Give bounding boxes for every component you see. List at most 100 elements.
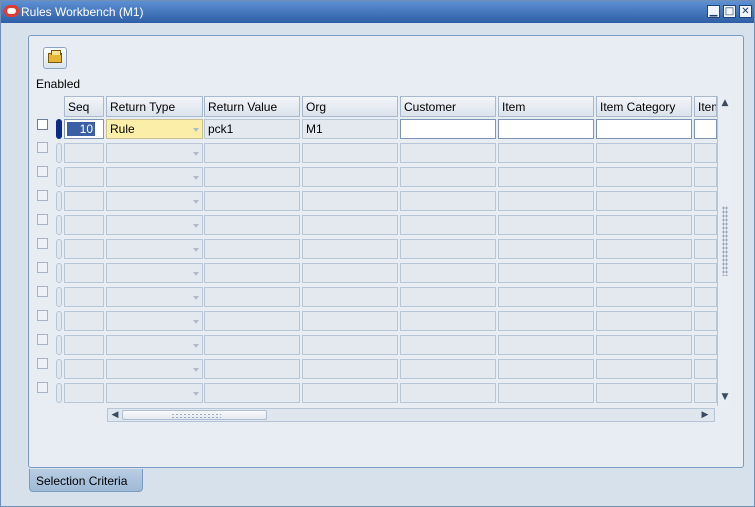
scroll-right-icon[interactable]: ▶ (700, 410, 710, 420)
return-value-field[interactable] (204, 335, 300, 355)
item-category-field[interactable] (596, 287, 692, 307)
item-field[interactable] (498, 119, 594, 139)
item-field[interactable] (498, 143, 594, 163)
item-category-field[interactable] (596, 239, 692, 259)
item-field[interactable] (498, 287, 594, 307)
item-2-field[interactable] (694, 215, 717, 235)
column-header-item-category[interactable]: Item Category (596, 96, 692, 117)
customer-field[interactable] (400, 311, 496, 331)
return-value-field[interactable] (204, 287, 300, 307)
item-field[interactable] (498, 311, 594, 331)
seq-field[interactable] (64, 335, 104, 355)
return-type-select[interactable] (106, 359, 203, 379)
item-2-field[interactable] (694, 167, 717, 187)
record-indicator[interactable] (56, 239, 62, 259)
item-2-field[interactable] (694, 383, 717, 403)
org-field[interactable] (302, 143, 398, 163)
return-value-field[interactable] (204, 311, 300, 331)
item-category-field[interactable] (596, 167, 692, 187)
item-category-field[interactable] (596, 335, 692, 355)
customer-field[interactable] (400, 215, 496, 235)
customer-field[interactable] (400, 359, 496, 379)
return-value-field[interactable] (204, 167, 300, 187)
item-category-field[interactable] (596, 263, 692, 283)
vertical-scrollbar[interactable]: ▲ ▼ (717, 96, 731, 406)
scroll-up-icon[interactable]: ▲ (720, 98, 730, 108)
return-value-field[interactable] (204, 191, 300, 211)
return-type-select[interactable] (106, 191, 203, 211)
return-type-select[interactable] (106, 215, 203, 235)
horizontal-scrollbar[interactable]: ◀ ▶ (107, 408, 715, 422)
column-header-org[interactable]: Org (302, 96, 398, 117)
open-folder-button[interactable] (43, 47, 67, 69)
enabled-checkbox[interactable] (37, 238, 48, 249)
record-indicator[interactable] (56, 263, 62, 283)
return-type-select[interactable] (106, 239, 203, 259)
return-value-field[interactable] (204, 383, 300, 403)
seq-field[interactable] (64, 239, 104, 259)
customer-field[interactable] (400, 335, 496, 355)
item-field[interactable] (498, 359, 594, 379)
return-value-field[interactable] (204, 263, 300, 283)
return-value-field[interactable]: pck1 (204, 119, 300, 139)
return-type-select[interactable] (106, 263, 203, 283)
return-type-select[interactable] (106, 335, 203, 355)
customer-field[interactable] (400, 167, 496, 187)
customer-field[interactable] (400, 119, 496, 139)
org-field[interactable]: M1 (302, 119, 398, 139)
org-field[interactable] (302, 167, 398, 187)
return-value-field[interactable] (204, 143, 300, 163)
org-field[interactable] (302, 191, 398, 211)
item-field[interactable] (498, 335, 594, 355)
record-indicator[interactable] (56, 215, 62, 235)
item-field[interactable] (498, 383, 594, 403)
enabled-checkbox[interactable] (37, 262, 48, 273)
seq-field[interactable] (64, 191, 104, 211)
item-2-field[interactable] (694, 143, 717, 163)
item-category-field[interactable] (596, 215, 692, 235)
item-field[interactable] (498, 191, 594, 211)
item-category-field[interactable] (596, 191, 692, 211)
enabled-checkbox[interactable] (37, 190, 48, 201)
org-field[interactable] (302, 383, 398, 403)
item-2-field[interactable] (694, 287, 717, 307)
enabled-checkbox[interactable] (37, 286, 48, 297)
record-indicator[interactable] (56, 335, 62, 355)
item-field[interactable] (498, 263, 594, 283)
seq-field[interactable] (64, 383, 104, 403)
enabled-checkbox[interactable] (37, 214, 48, 225)
enabled-checkbox[interactable] (37, 142, 48, 153)
org-field[interactable] (302, 335, 398, 355)
item-category-field[interactable] (596, 311, 692, 331)
item-2-field[interactable] (694, 263, 717, 283)
seq-field[interactable] (64, 359, 104, 379)
customer-field[interactable] (400, 239, 496, 259)
customer-field[interactable] (400, 383, 496, 403)
record-indicator[interactable] (56, 311, 62, 331)
customer-field[interactable] (400, 287, 496, 307)
horizontal-scroll-thumb[interactable] (122, 410, 267, 420)
org-field[interactable] (302, 215, 398, 235)
seq-field[interactable] (64, 215, 104, 235)
return-value-field[interactable] (204, 215, 300, 235)
item-2-field[interactable] (694, 311, 717, 331)
item-category-field[interactable] (596, 359, 692, 379)
customer-field[interactable] (400, 263, 496, 283)
enabled-checkbox[interactable] (37, 334, 48, 345)
seq-field[interactable]: 10 (64, 119, 104, 139)
return-value-field[interactable] (204, 359, 300, 379)
enabled-checkbox[interactable] (37, 166, 48, 177)
column-header-item[interactable]: Item (498, 96, 594, 117)
org-field[interactable] (302, 239, 398, 259)
item-category-field[interactable] (596, 383, 692, 403)
org-field[interactable] (302, 311, 398, 331)
close-icon[interactable]: ✕ (739, 5, 752, 18)
item-category-field[interactable] (596, 143, 692, 163)
seq-field[interactable] (64, 143, 104, 163)
record-indicator[interactable] (56, 383, 62, 403)
item-2-field[interactable] (694, 191, 717, 211)
item-field[interactable] (498, 239, 594, 259)
minimize-icon[interactable]: ▁ (707, 5, 720, 18)
return-type-select[interactable] (106, 311, 203, 331)
item-field[interactable] (498, 215, 594, 235)
